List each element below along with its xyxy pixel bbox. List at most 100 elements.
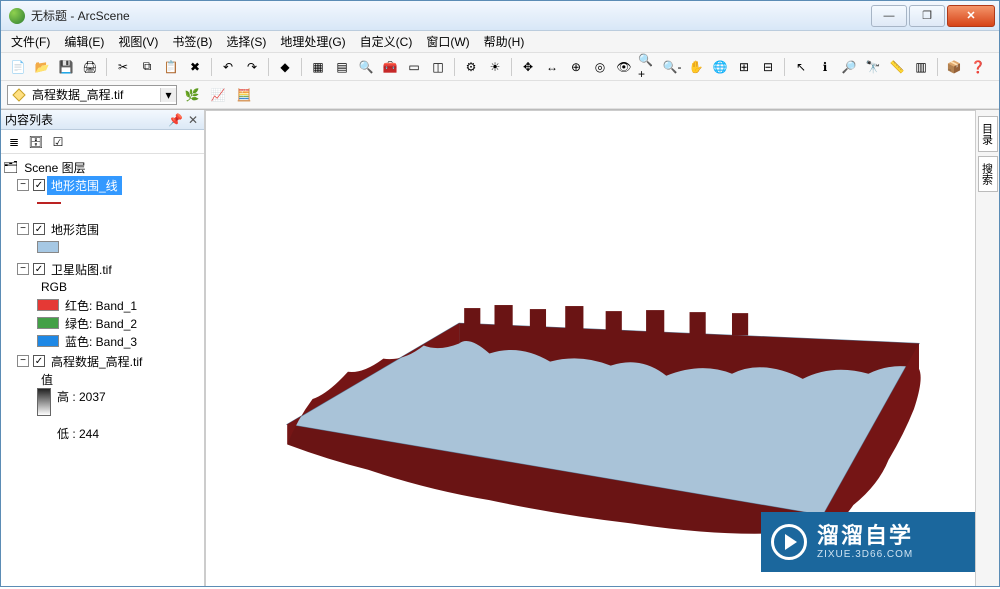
search-window-icon[interactable]: 🔍 [355, 56, 377, 78]
collapse-icon[interactable]: − [17, 223, 29, 235]
layer3-band3-row: 蓝色: Band_3 [37, 332, 202, 350]
cut-icon[interactable]: ✂ [112, 56, 134, 78]
scene-props-icon[interactable]: ⚙ [460, 56, 482, 78]
zoom-in-icon[interactable]: 🔍+ [637, 56, 659, 78]
layer-icon [12, 88, 26, 102]
print-icon[interactable]: 🖨 [79, 56, 101, 78]
checkbox-icon[interactable] [33, 179, 45, 191]
layer-combo[interactable]: ▾ [7, 85, 177, 105]
python-icon[interactable]: ▭ [403, 56, 425, 78]
measure-icon[interactable]: 📏 [886, 56, 908, 78]
toc-titlebar: 内容列表 📌 ✕ [1, 110, 204, 130]
separator [937, 58, 938, 76]
zoom-in-fixed-icon[interactable]: ⊞ [733, 56, 755, 78]
pan-icon[interactable]: ✋ [685, 56, 707, 78]
tree-layer-2[interactable]: − 地形范围 [17, 220, 202, 238]
sa-tool2-icon[interactable]: 📈 [207, 84, 229, 106]
band3-label: 蓝色: Band_3 [61, 332, 141, 351]
tree-layer-3[interactable]: − 卫星贴图.tif [17, 260, 202, 278]
identify-icon[interactable]: ℹ [814, 56, 836, 78]
find-features-icon[interactable]: 🔭 [862, 56, 884, 78]
modelbuilder-icon[interactable]: ◫ [427, 56, 449, 78]
sa-tool1-icon[interactable]: 🌿 [181, 84, 203, 106]
layer4-label: 高程数据_高程.tif [47, 352, 146, 371]
navigate-icon[interactable]: ✥ [517, 56, 539, 78]
copy-icon[interactable]: ⧉ [136, 56, 158, 78]
scene-layers-icon: 🗂 [3, 160, 18, 174]
redo-icon[interactable]: ↷ [241, 56, 263, 78]
observer-icon[interactable]: 👁 [613, 56, 635, 78]
minimize-button[interactable]: — [871, 5, 907, 27]
low-label: 低 : 244 [53, 424, 103, 443]
menu-file[interactable]: 文件(F) [11, 33, 50, 50]
catalog-icon[interactable]: ▤ [331, 56, 353, 78]
toc-close-icon[interactable]: ✕ [186, 113, 200, 127]
layer-name-input[interactable] [30, 86, 160, 104]
checkbox-icon[interactable] [33, 223, 45, 235]
undo-icon[interactable]: ↶ [217, 56, 239, 78]
collapse-icon[interactable]: − [17, 355, 29, 367]
select-icon[interactable]: ↖ [790, 56, 812, 78]
collapse-icon[interactable]: − [17, 263, 29, 275]
layer3-band2-row: 绿色: Band_2 [37, 314, 202, 332]
sa-tool3-icon[interactable]: 🧮 [233, 84, 255, 106]
delete-icon[interactable]: ✖ [184, 56, 206, 78]
open-icon[interactable]: 📂 [31, 56, 53, 78]
side-tab-search[interactable]: 搜索 [978, 156, 998, 192]
app-icon [9, 8, 25, 24]
menu-selection[interactable]: 选择(S) [226, 33, 266, 50]
window-buttons-group: — ❐ ✕ [871, 5, 995, 27]
scene-viewport[interactable]: 溜溜自学 ZIXUE.3D66.COM [205, 110, 975, 586]
collapse-icon[interactable]: − [17, 179, 29, 191]
dropdown-icon[interactable]: ▾ [160, 88, 176, 102]
menu-window[interactable]: 窗口(W) [426, 33, 469, 50]
target-icon[interactable]: ◎ [589, 56, 611, 78]
separator [454, 58, 455, 76]
zoom-out-fixed-icon[interactable]: ⊟ [757, 56, 779, 78]
toolbox-icon[interactable]: 🧰 [379, 56, 401, 78]
tree-layer-1[interactable]: − 地形范围_线 [17, 176, 202, 194]
center-icon[interactable]: ⊕ [565, 56, 587, 78]
tree-root[interactable]: 🗂 Scene 图层 [3, 158, 202, 176]
lighting-icon[interactable]: ☀ [484, 56, 506, 78]
menu-help[interactable]: 帮助(H) [484, 33, 525, 50]
high-label: 高 : 2037 [57, 388, 106, 405]
band-green-swatch [37, 317, 59, 329]
add-data-icon[interactable]: ◆ [274, 56, 296, 78]
side-tab-catalog[interactable]: 目录 [978, 116, 998, 152]
toolbox2-icon[interactable]: 📦 [943, 56, 965, 78]
checkbox-icon[interactable] [33, 263, 45, 275]
watermark-main: 溜溜自学 [817, 524, 913, 548]
new-icon[interactable]: 📄 [7, 56, 29, 78]
close-button[interactable]: ✕ [947, 5, 995, 27]
toc-panel: 内容列表 📌 ✕ ≣ 🗄 ☑ 🗂 Scene 图层 − 地形范围_线 [1, 110, 205, 586]
maximize-button[interactable]: ❐ [909, 5, 945, 27]
layer3-label: 卫星贴图.tif [47, 260, 116, 279]
help-icon[interactable]: ❓ [967, 56, 989, 78]
tree-layer-4[interactable]: − 高程数据_高程.tif [17, 352, 202, 370]
fly-icon[interactable]: ↔ [541, 56, 563, 78]
pin-icon[interactable]: 📌 [168, 113, 182, 127]
save-icon[interactable]: 💾 [55, 56, 77, 78]
checkbox-icon[interactable] [33, 355, 45, 367]
titlebar: 无标题 - ArcScene — ❐ ✕ [1, 1, 999, 31]
layer1-symbol-row [37, 194, 202, 212]
root-label: Scene 图层 [20, 158, 89, 177]
secondary-toolbar: ▾ 🌿 📈 🧮 [1, 81, 999, 109]
paste-icon[interactable]: 📋 [160, 56, 182, 78]
list-by-selection-icon[interactable]: ☑ [49, 133, 67, 151]
menu-bookmarks[interactable]: 书签(B) [172, 33, 212, 50]
menu-edit[interactable]: 编辑(E) [64, 33, 104, 50]
menu-customize[interactable]: 自定义(C) [360, 33, 413, 50]
find-icon[interactable]: 🔎 [838, 56, 860, 78]
full-extent-icon[interactable]: 🌐 [709, 56, 731, 78]
menu-view[interactable]: 视图(V) [118, 33, 158, 50]
list-by-drawing-order-icon[interactable]: ≣ [5, 133, 23, 151]
swipe-icon[interactable]: ▥ [910, 56, 932, 78]
toc-icon[interactable]: ▦ [307, 56, 329, 78]
layer3-band1-row: 红色: Band_1 [37, 296, 202, 314]
zoom-out-icon[interactable]: 🔍- [661, 56, 683, 78]
menu-geoprocessing[interactable]: 地理处理(G) [280, 33, 345, 50]
fill-symbol [37, 241, 59, 253]
list-by-source-icon[interactable]: 🗄 [27, 133, 45, 151]
